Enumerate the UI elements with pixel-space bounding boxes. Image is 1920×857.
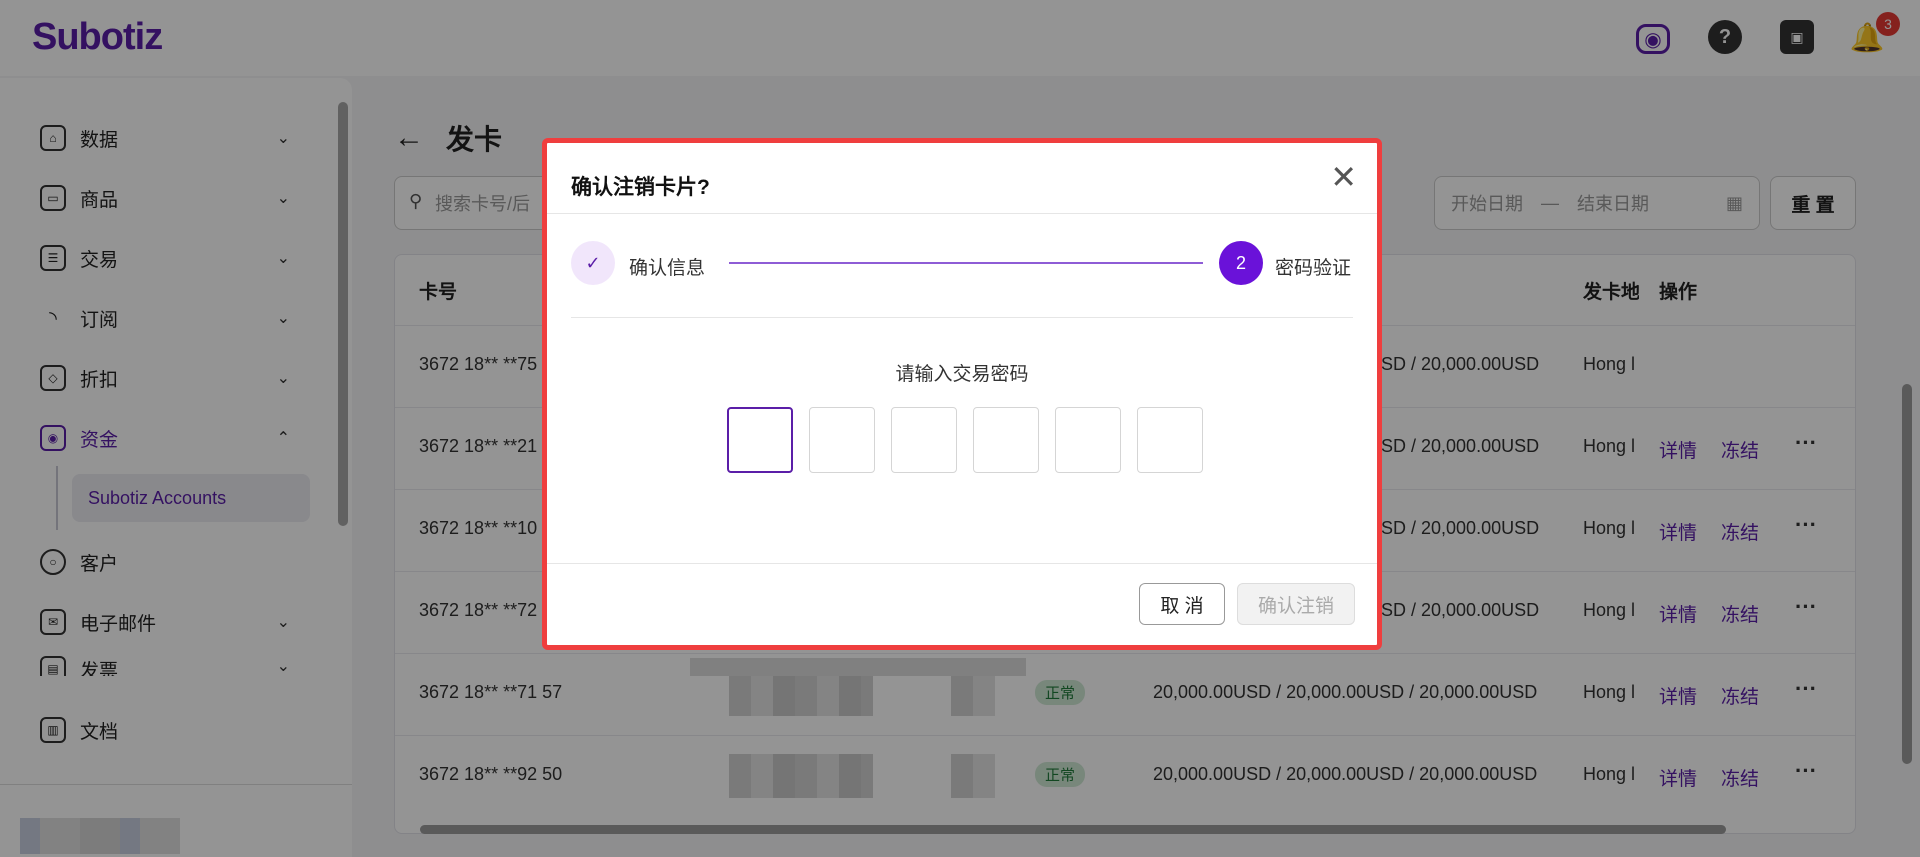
dialog-title: 确认注销卡片? xyxy=(571,176,710,199)
step-password-verify: 密码验证 xyxy=(1275,258,1352,279)
cancel-button[interactable]: 取 消 xyxy=(1139,583,1225,625)
check-icon: ✓ xyxy=(571,241,615,285)
steps-divider xyxy=(571,317,1353,318)
cancel-card-dialog: 确认注销卡片? ✕ ✓ 确认信息 2 密码验证 请输入交易密码 取 消 确认注销 xyxy=(542,138,1382,650)
dialog-divider xyxy=(547,213,1377,214)
password-digit-5[interactable] xyxy=(1055,407,1121,473)
password-digit-2[interactable] xyxy=(809,407,875,473)
password-prompt: 请输入交易密码 xyxy=(895,364,1029,385)
step-connector xyxy=(729,262,1203,264)
footer-divider xyxy=(547,563,1377,564)
step-confirm-info: 确认信息 xyxy=(629,258,706,279)
confirm-cancel-card-button[interactable]: 确认注销 xyxy=(1237,583,1355,625)
step-2-number: 2 xyxy=(1219,241,1263,285)
password-digit-1[interactable] xyxy=(727,407,793,473)
password-digit-3[interactable] xyxy=(891,407,957,473)
password-digit-6[interactable] xyxy=(1137,407,1203,473)
password-digit-4[interactable] xyxy=(973,407,1039,473)
close-icon[interactable]: ✕ xyxy=(1330,161,1357,193)
